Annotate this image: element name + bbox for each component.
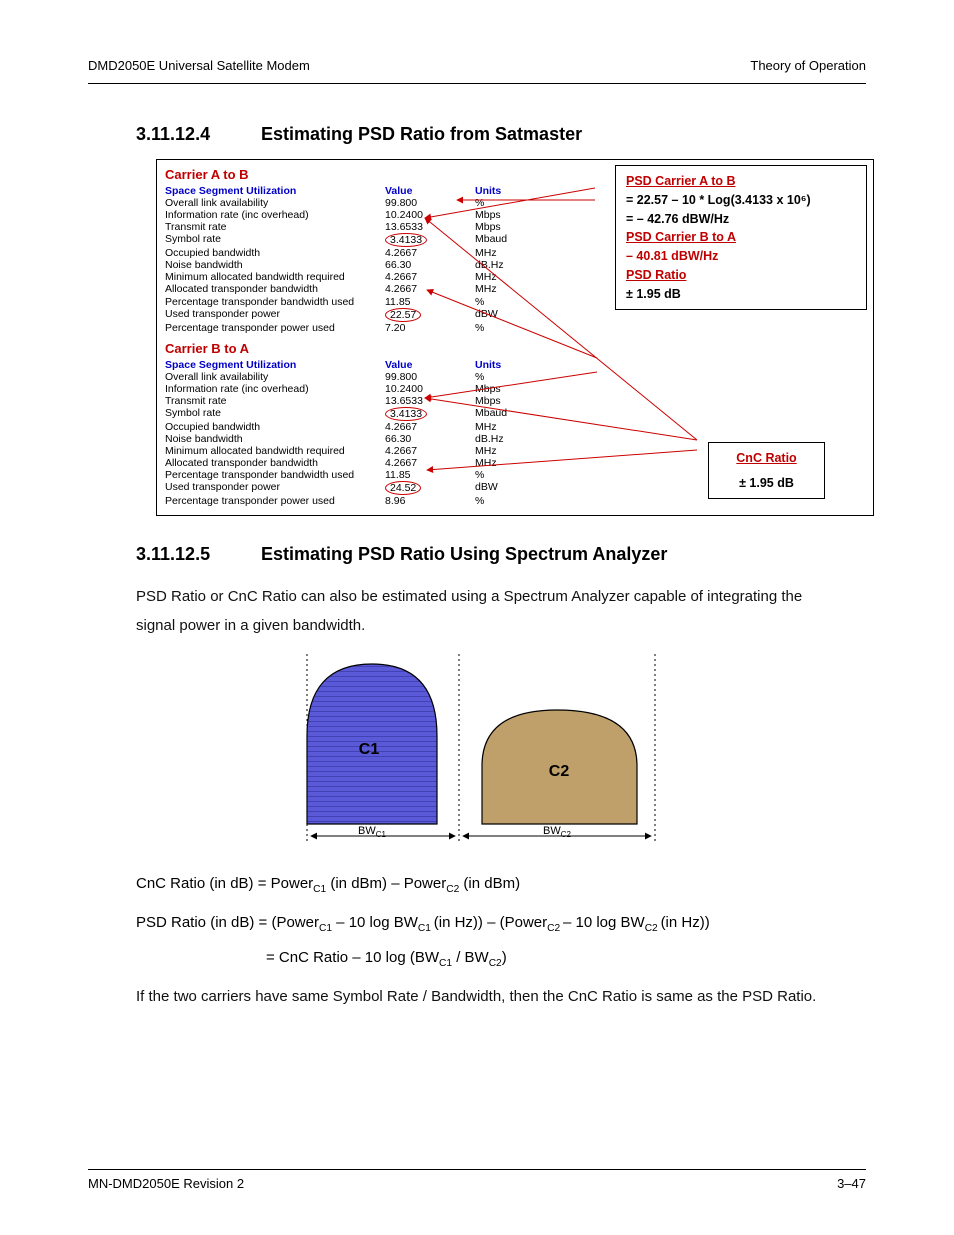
col-header-units: Units bbox=[475, 359, 545, 371]
spectrum-diagram: C1 C2 BWC1 BWC2 bbox=[88, 646, 866, 861]
col-header-units: Units bbox=[475, 185, 545, 197]
equation-psd: PSD Ratio (in dB) = (PowerC1 – 10 log BW… bbox=[136, 909, 866, 938]
section-number: 3.11.12.5 bbox=[136, 544, 256, 565]
param-cell: Used transponder power bbox=[165, 308, 385, 322]
header-right: Theory of Operation bbox=[750, 58, 866, 73]
param-cell: Transmit rate bbox=[165, 221, 385, 233]
value-cell: 22.57 bbox=[385, 308, 475, 322]
value-cell: 4.2667 bbox=[385, 445, 475, 457]
value-cell: 7.20 bbox=[385, 322, 475, 334]
value-cell: 4.2667 bbox=[385, 247, 475, 259]
unit-cell: MHz bbox=[475, 457, 545, 469]
param-cell: Symbol rate bbox=[165, 407, 385, 421]
value-cell: 13.6533 bbox=[385, 395, 475, 407]
col-header-param: Space Segment Utilization bbox=[165, 185, 385, 197]
unit-cell: % bbox=[475, 322, 545, 334]
value-cell: 10.2400 bbox=[385, 209, 475, 221]
paragraph-1: PSD Ratio or CnC Ratio can also be estim… bbox=[136, 583, 818, 640]
value-cell: 10.2400 bbox=[385, 383, 475, 395]
param-cell: Occupied bandwidth bbox=[165, 421, 385, 433]
value-cell: 3.4133 bbox=[385, 407, 475, 421]
param-cell: Noise bandwidth bbox=[165, 259, 385, 271]
param-cell: Information rate (inc overhead) bbox=[165, 383, 385, 395]
param-cell: Used transponder power bbox=[165, 481, 385, 495]
section-title: Estimating PSD Ratio from Satmaster bbox=[261, 124, 582, 144]
paragraph-2: If the two carriers have same Symbol Rat… bbox=[136, 983, 818, 1012]
section-number: 3.11.12.4 bbox=[136, 124, 256, 145]
col-header-value: Value bbox=[385, 185, 475, 197]
param-cell: Noise bandwidth bbox=[165, 433, 385, 445]
section-heading-5: 3.11.12.5 Estimating PSD Ratio Using Spe… bbox=[136, 544, 866, 565]
unit-cell: % bbox=[475, 296, 545, 308]
param-cell: Information rate (inc overhead) bbox=[165, 209, 385, 221]
param-cell: Percentage transponder power used bbox=[165, 495, 385, 507]
unit-cell: Mbps bbox=[475, 395, 545, 407]
value-cell: 13.6533 bbox=[385, 221, 475, 233]
value-cell: 4.2667 bbox=[385, 421, 475, 433]
satmaster-figure: Carrier A to B Space Segment Utilization… bbox=[156, 159, 874, 516]
value-cell: 3.4133 bbox=[385, 233, 475, 247]
unit-cell: MHz bbox=[475, 283, 545, 295]
value-cell: 8.96 bbox=[385, 495, 475, 507]
page-footer: MN-DMD2050E Revision 2 3–47 bbox=[88, 1169, 866, 1191]
param-cell: Percentage transponder bandwidth used bbox=[165, 296, 385, 308]
unit-cell: MHz bbox=[475, 271, 545, 283]
footer-left: MN-DMD2050E Revision 2 bbox=[88, 1176, 244, 1191]
value-cell: 99.800 bbox=[385, 197, 475, 209]
value-cell: 66.30 bbox=[385, 433, 475, 445]
param-cell: Allocated transponder bandwidth bbox=[165, 283, 385, 295]
col-header-value: Value bbox=[385, 359, 475, 371]
param-cell: Percentage transponder bandwidth used bbox=[165, 469, 385, 481]
unit-cell: % bbox=[475, 495, 545, 507]
unit-cell: Mbps bbox=[475, 383, 545, 395]
unit-cell: Mbaud bbox=[475, 407, 545, 421]
unit-cell: MHz bbox=[475, 445, 545, 457]
svg-text:BWC1: BWC1 bbox=[358, 825, 387, 839]
param-cell: Occupied bandwidth bbox=[165, 247, 385, 259]
svg-text:C2: C2 bbox=[549, 763, 570, 780]
unit-cell: % bbox=[475, 469, 545, 481]
unit-cell: dBW bbox=[475, 308, 545, 322]
value-cell: 11.85 bbox=[385, 296, 475, 308]
svg-text:BWC2: BWC2 bbox=[543, 825, 572, 839]
value-cell: 4.2667 bbox=[385, 457, 475, 469]
param-cell: Minimum allocated bandwidth required bbox=[165, 445, 385, 457]
unit-cell: dBW bbox=[475, 481, 545, 495]
value-cell: 11.85 bbox=[385, 469, 475, 481]
value-cell: 99.800 bbox=[385, 371, 475, 383]
value-cell: 4.2667 bbox=[385, 283, 475, 295]
unit-cell: % bbox=[475, 371, 545, 383]
psd-callout: PSD Carrier A to B = 22.57 – 10 * Log(3.… bbox=[615, 165, 867, 310]
unit-cell: Mbps bbox=[475, 209, 545, 221]
cnc-callout: CnC Ratio ± 1.95 dB bbox=[708, 442, 825, 500]
value-cell: 4.2667 bbox=[385, 271, 475, 283]
section-heading-4: 3.11.12.4 Estimating PSD Ratio from Satm… bbox=[136, 124, 866, 145]
header-left: DMD2050E Universal Satellite Modem bbox=[88, 58, 310, 73]
value-cell: 24.52 bbox=[385, 481, 475, 495]
unit-cell: dB.Hz bbox=[475, 259, 545, 271]
param-cell: Symbol rate bbox=[165, 233, 385, 247]
value-cell: 66.30 bbox=[385, 259, 475, 271]
unit-cell: Mbaud bbox=[475, 233, 545, 247]
unit-cell: % bbox=[475, 197, 545, 209]
param-cell: Overall link availability bbox=[165, 371, 385, 383]
unit-cell: Mbps bbox=[475, 221, 545, 233]
col-header-param: Space Segment Utilization bbox=[165, 359, 385, 371]
svg-text:C1: C1 bbox=[359, 741, 380, 758]
carrier-b-title: Carrier B to A bbox=[165, 342, 865, 357]
equation-cnc: CnC Ratio (in dB) = PowerC1 (in dBm) – P… bbox=[136, 875, 866, 895]
param-cell: Overall link availability bbox=[165, 197, 385, 209]
section-title: Estimating PSD Ratio Using Spectrum Anal… bbox=[261, 544, 667, 564]
equation-psd2: = CnC Ratio – 10 log (BWC1 / BWC2) bbox=[266, 949, 866, 969]
param-cell: Transmit rate bbox=[165, 395, 385, 407]
unit-cell: MHz bbox=[475, 421, 545, 433]
unit-cell: MHz bbox=[475, 247, 545, 259]
param-cell: Percentage transponder power used bbox=[165, 322, 385, 334]
footer-right: 3–47 bbox=[837, 1176, 866, 1191]
unit-cell: dB.Hz bbox=[475, 433, 545, 445]
param-cell: Minimum allocated bandwidth required bbox=[165, 271, 385, 283]
param-cell: Allocated transponder bandwidth bbox=[165, 457, 385, 469]
